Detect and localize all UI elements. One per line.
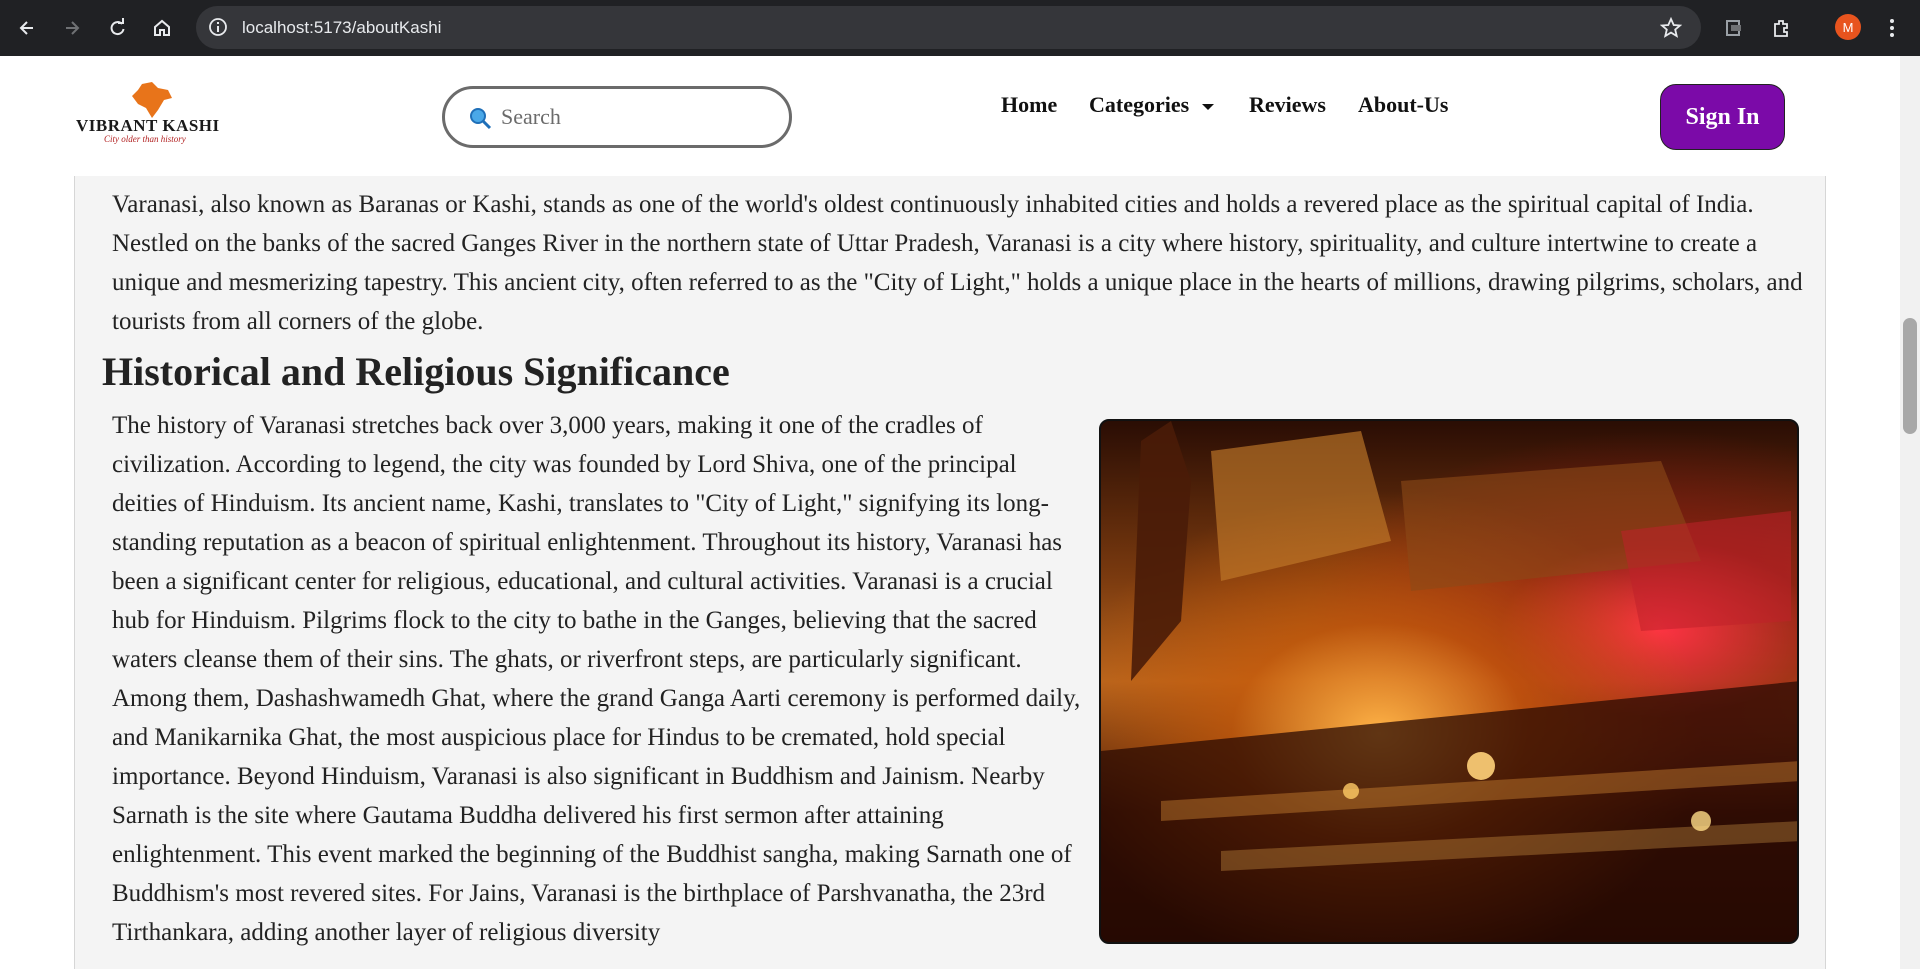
scrollbar-thumb[interactable]: [1903, 318, 1917, 434]
page-scrollbar[interactable]: [1900, 56, 1920, 969]
extensions-icon[interactable]: [1770, 16, 1794, 40]
logo-tagline: City older than history: [104, 134, 186, 144]
reload-icon[interactable]: [105, 16, 129, 40]
back-icon[interactable]: [15, 16, 39, 40]
address-bar[interactable]: localhost:5173/aboutKashi: [196, 6, 1701, 49]
section-heading: Historical and Religious Significance: [102, 349, 730, 394]
site-logo[interactable]: VIBRANT KASHI City older than history: [76, 82, 236, 147]
bookmark-star-icon[interactable]: [1659, 16, 1683, 44]
ganga-aarti-photo: [1099, 419, 1799, 944]
nav-categories[interactable]: Categories: [1089, 92, 1215, 118]
sign-in-button[interactable]: Sign In: [1660, 84, 1785, 150]
intro-paragraph: Varanasi, also known as Baranas or Kashi…: [112, 191, 1803, 335]
about-content: Varanasi, also known as Baranas or Kashi…: [74, 176, 1826, 969]
site-header: VIBRANT KASHI City older than history Ho…: [0, 56, 1900, 176]
profile-avatar[interactable]: M: [1835, 14, 1861, 40]
search-bar[interactable]: [442, 86, 792, 148]
nav-reviews[interactable]: Reviews: [1249, 92, 1326, 118]
india-map-icon: [132, 82, 172, 118]
browser-toolbar: localhost:5173/aboutKashi M: [0, 0, 1920, 56]
browser-menu-icon[interactable]: [1880, 16, 1904, 40]
home-icon[interactable]: [150, 16, 174, 40]
site-info-icon[interactable]: [208, 17, 228, 42]
nav-about[interactable]: About-Us: [1358, 92, 1448, 118]
nav-categories-label: Categories: [1089, 92, 1190, 117]
logo-wordmark: VIBRANT KASHI: [76, 116, 220, 135]
nav-home[interactable]: Home: [1001, 92, 1057, 118]
search-icon: [467, 105, 493, 136]
forward-icon[interactable]: [60, 16, 84, 40]
extension-puzzle-icon[interactable]: [1722, 16, 1746, 40]
search-input[interactable]: [501, 101, 771, 133]
history-paragraph: The history of Varanasi stretches back o…: [112, 412, 1081, 946]
url-text[interactable]: localhost:5173/aboutKashi: [242, 18, 441, 38]
caret-down-icon: [1201, 103, 1214, 110]
